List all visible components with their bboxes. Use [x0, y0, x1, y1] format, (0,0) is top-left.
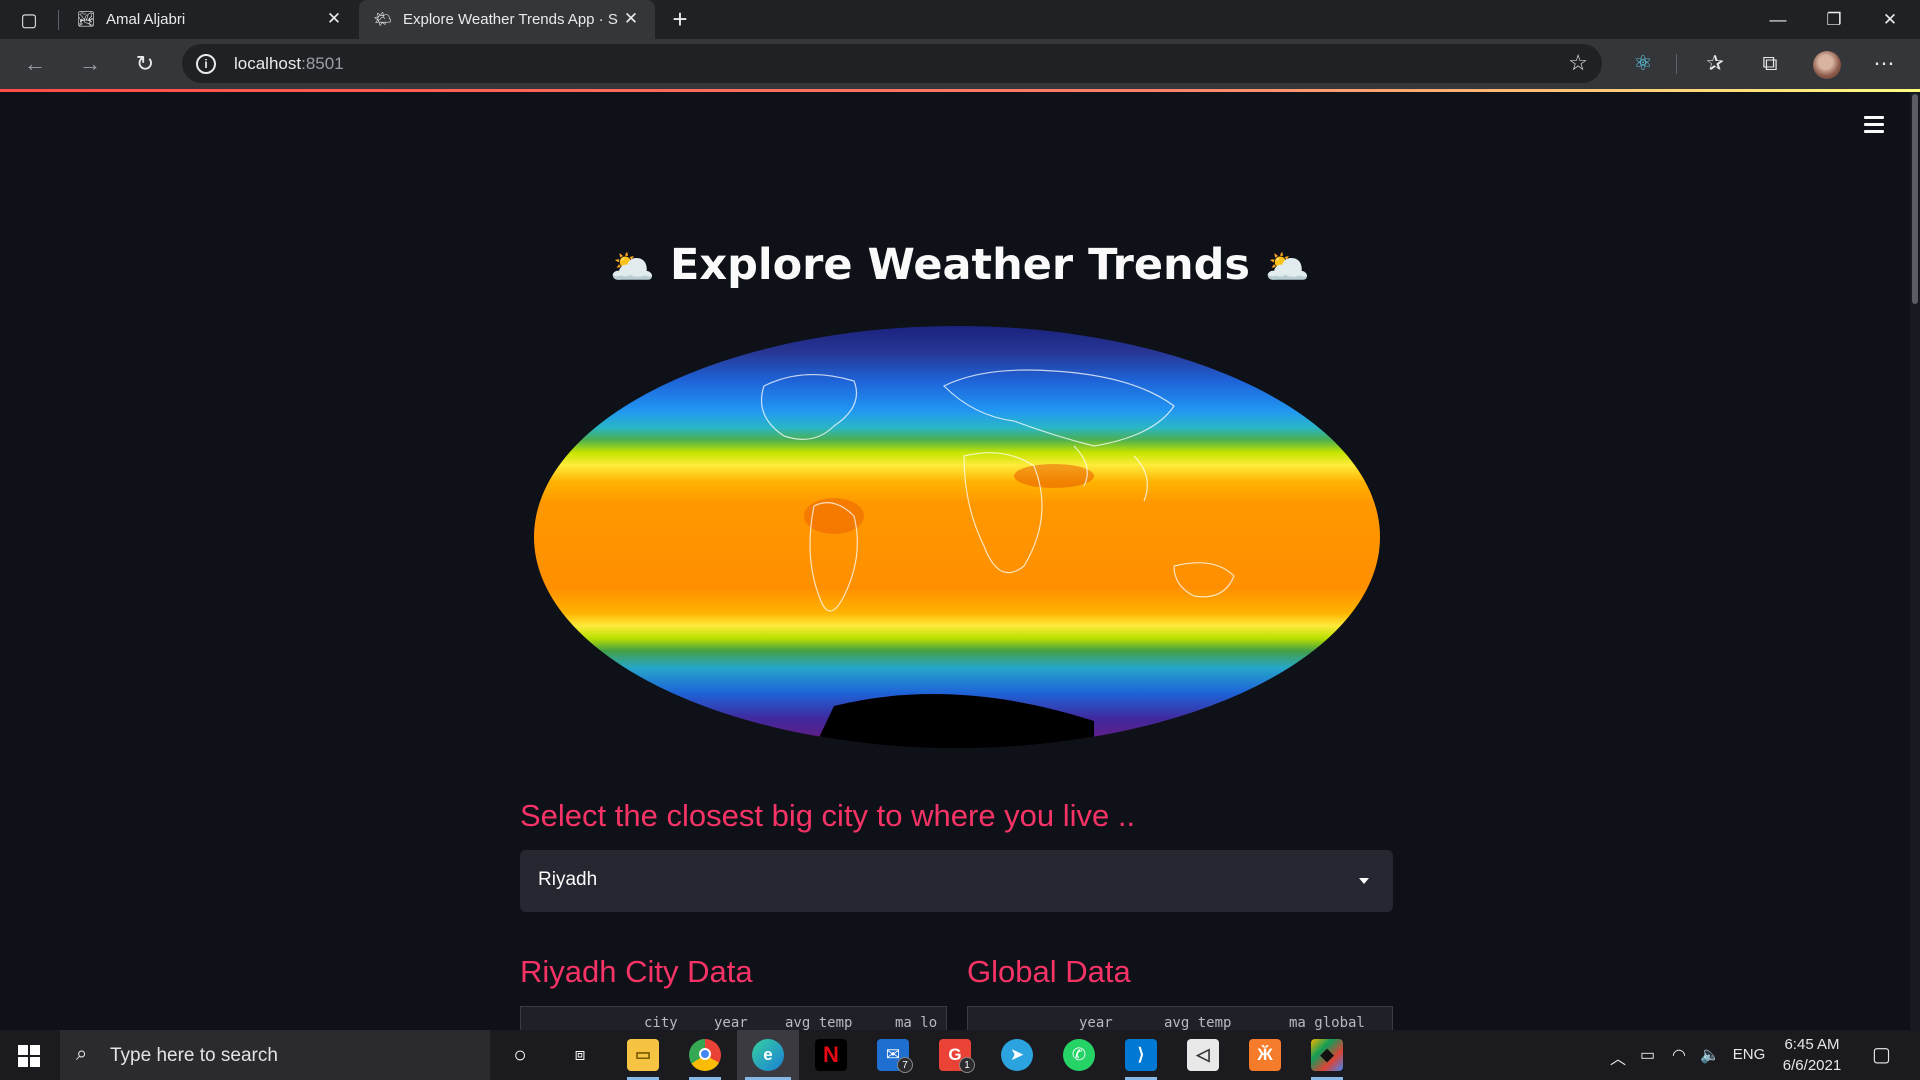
more-options-icon[interactable]: ⋯: [1869, 49, 1899, 79]
browser-tab-bar: ▢ 🏞 Amal Aljabri ✕ 🌤 Explore Weather Tre…: [0, 0, 1920, 39]
taskbar-search[interactable]: ⌕ Type here to search: [60, 1030, 490, 1080]
wifi-icon[interactable]: ◠: [1672, 1045, 1686, 1065]
tab-amal-aljabri[interactable]: 🏞 Amal Aljabri ✕: [62, 0, 358, 39]
telegram-icon[interactable]: ➤: [1001, 1039, 1033, 1071]
language-indicator[interactable]: ENG: [1732, 1046, 1766, 1063]
tab-separator: [58, 10, 59, 30]
clock-time[interactable]: 6:45 AM: [1772, 1036, 1852, 1053]
tab-title: Explore Weather Trends App · Streamlit: [403, 11, 618, 28]
city-select-label: Select the closest big city to where you…: [520, 798, 1136, 833]
new-tab-button[interactable]: +: [666, 5, 694, 33]
cortana-icon[interactable]: ○: [504, 1039, 536, 1071]
notification-center-icon[interactable]: ▢: [1872, 1042, 1891, 1067]
chevron-down-icon: [1359, 878, 1369, 884]
back-icon[interactable]: ←: [20, 49, 50, 79]
page-scrollbar[interactable]: [1910, 92, 1920, 1030]
column-header[interactable]: ma_global: [1289, 1015, 1365, 1030]
windows-taskbar: ⌕ Type here to search ○ ⧈ ▭ e N ✉ 7 G 1 …: [0, 1030, 1920, 1080]
taskbar-search-placeholder: Type here to search: [110, 1045, 278, 1066]
tab-favicon-icon: 🏞: [76, 11, 96, 28]
windows-start-icon[interactable]: [18, 1045, 40, 1067]
city-data-table[interactable]: city year avg_temp ma_lo: [520, 1006, 947, 1030]
close-window-button[interactable]: ✕: [1862, 0, 1918, 39]
file-explorer-icon[interactable]: ▭: [627, 1039, 659, 1071]
gmail-badge: 1: [959, 1057, 975, 1073]
streamlit-app: 🌥️ Explore Weather Trends 🌥️ Select the …: [0, 92, 1920, 1030]
netflix-icon[interactable]: N: [815, 1039, 847, 1071]
git-kraken-icon[interactable]: ◆: [1311, 1039, 1343, 1071]
tab-favicon-icon: 🌤: [373, 11, 393, 28]
react-devtools-icon[interactable]: ⚛: [1628, 49, 1658, 79]
scrollbar-thumb[interactable]: [1912, 94, 1918, 304]
restore-button[interactable]: ❐: [1806, 0, 1862, 39]
profile-avatar[interactable]: [1813, 51, 1841, 79]
city-data-title: Riyadh City Data: [520, 954, 753, 989]
edge-icon[interactable]: e: [752, 1039, 784, 1071]
column-header[interactable]: year: [1079, 1015, 1113, 1030]
chrome-icon[interactable]: [689, 1039, 721, 1071]
column-header[interactable]: year: [714, 1015, 748, 1030]
site-info-icon[interactable]: i: [196, 54, 216, 74]
menu-icon[interactable]: [1864, 116, 1884, 134]
task-view-icon[interactable]: ⧈: [564, 1039, 596, 1071]
cloud-sun-icon: 🌥️: [610, 247, 655, 288]
tab-close-icon[interactable]: ✕: [324, 9, 344, 29]
global-temperature-map: [534, 326, 1380, 748]
url-text: localhost:8501: [234, 54, 344, 73]
battery-icon[interactable]: ▭: [1640, 1045, 1655, 1065]
column-header[interactable]: city: [644, 1015, 678, 1030]
city-selectbox[interactable]: Riyadh: [520, 850, 1393, 912]
collections-icon[interactable]: ⧉: [1755, 49, 1785, 79]
unity-icon[interactable]: ◁: [1187, 1039, 1219, 1071]
column-header[interactable]: avg_temp: [785, 1015, 852, 1030]
add-favorite-icon[interactable]: ☆: [1568, 50, 1588, 76]
mail-badge: 7: [897, 1057, 913, 1073]
global-data-title: Global Data: [967, 954, 1131, 989]
column-header[interactable]: ma_lo: [895, 1015, 937, 1030]
browser-toolbar: ← → ↻ i localhost:8501 ☆ ⚛ ✰ ⧉ ⋯: [0, 39, 1920, 89]
address-bar[interactable]: i localhost:8501 ☆: [182, 44, 1602, 83]
volume-icon[interactable]: 🔈: [1700, 1045, 1720, 1065]
refresh-icon[interactable]: ↻: [130, 49, 160, 79]
tab-close-icon[interactable]: ✕: [621, 9, 641, 29]
global-data-table[interactable]: year avg_temp ma_global: [967, 1006, 1393, 1030]
tab-actions-icon[interactable]: ▢: [18, 9, 40, 31]
forward-icon[interactable]: →: [75, 49, 105, 79]
xampp-icon[interactable]: Ӂ: [1249, 1039, 1281, 1071]
selected-city: Riyadh: [538, 869, 598, 890]
vscode-icon[interactable]: ⟩: [1125, 1039, 1157, 1071]
minimize-button[interactable]: —: [1750, 0, 1806, 39]
favorites-icon[interactable]: ✰: [1700, 49, 1730, 79]
tab-explore-weather-trends[interactable]: 🌤 Explore Weather Trends App · Streamlit…: [359, 0, 655, 39]
toolbar-separator: [1676, 54, 1677, 74]
column-header[interactable]: avg_temp: [1164, 1015, 1231, 1030]
tab-title: Amal Aljabri: [106, 11, 186, 28]
page-title-text: Explore Weather Trends: [669, 240, 1251, 290]
whatsapp-icon[interactable]: ✆: [1063, 1039, 1095, 1071]
page-title: 🌥️ Explore Weather Trends 🌥️: [520, 240, 1400, 290]
clock-date[interactable]: 6/6/2021: [1772, 1057, 1852, 1074]
chevron-up-icon[interactable]: ︿: [1610, 1045, 1626, 1069]
cloud-sun-icon: 🌥️: [1265, 247, 1310, 288]
search-icon: ⌕: [76, 1043, 88, 1065]
